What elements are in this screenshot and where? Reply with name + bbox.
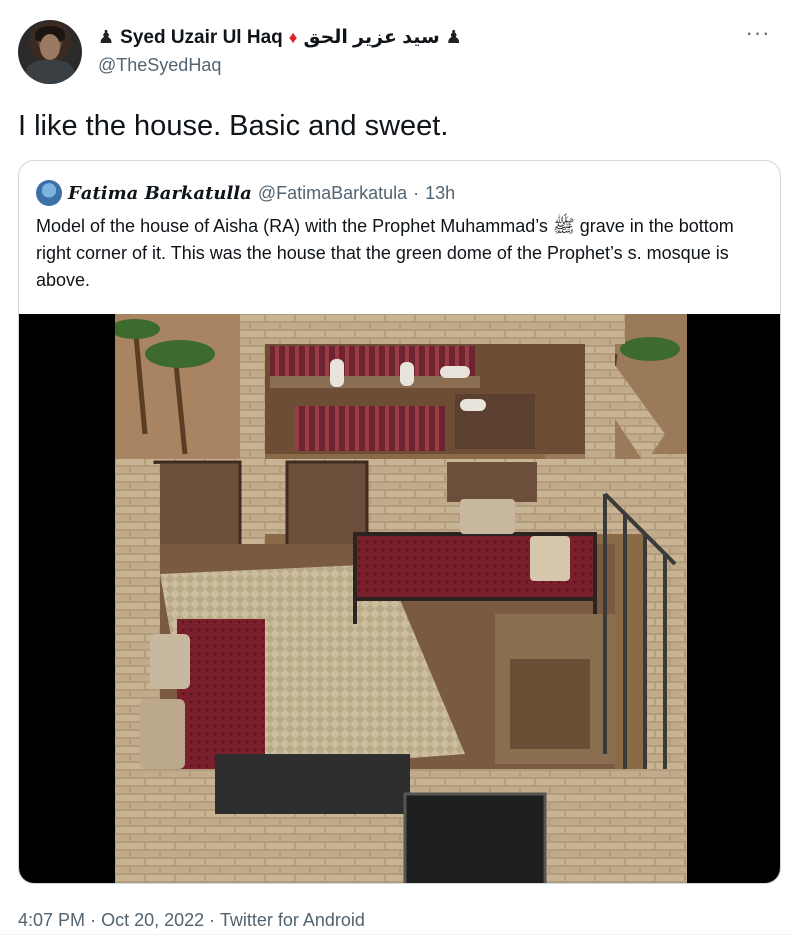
separator-dot: · — [90, 910, 97, 930]
author-display-name-text: Syed Uzair Ul Haq — [120, 26, 283, 48]
quoted-timestamp[interactable]: 13h — [425, 183, 455, 204]
tweet-text: I like the house. Basic and sweet. — [18, 110, 449, 142]
quoted-author-avatar[interactable] — [36, 180, 62, 206]
separator-dot: · — [413, 182, 420, 203]
tweet-metadata: 4:07 PM · Oct 20, 2022 · Twitter for And… — [18, 910, 365, 931]
quoted-tweet-text: Model of the house of Aisha (RA) with th… — [36, 216, 734, 290]
author-names: ♟ Syed Uzair Ul Haq ♦ سید عزیر الحق ♟ @T… — [98, 26, 462, 76]
author-handle[interactable]: @TheSyedHaq — [98, 55, 462, 76]
author-display-name-arabic: سید عزیر الحق — [303, 27, 440, 48]
author-display-name[interactable]: ♟ Syed Uzair Ul Haq ♦ سید عزیر الحق ♟ — [98, 26, 462, 49]
house-model-photo — [115, 314, 687, 883]
more-options-button[interactable]: ··· — [743, 22, 773, 52]
author-avatar[interactable] — [18, 20, 82, 84]
tweet-time[interactable]: 4:07 PM — [18, 910, 85, 930]
quoted-tweet[interactable]: 𝑭𝒂𝒕𝒊𝒎𝒂 𝑩𝒂𝒓𝒌𝒂𝒕𝒖𝒍𝒍𝒂 @FatimaBarkatula · 13h… — [18, 160, 781, 884]
quoted-author-handle[interactable]: @FatimaBarkatula — [258, 183, 407, 204]
diamond-icon: ♦ — [288, 27, 298, 47]
avatar-face — [40, 34, 60, 60]
quoted-tweet-header: 𝑭𝒂𝒕𝒊𝒎𝒂 𝑩𝒂𝒓𝒌𝒂𝒕𝒖𝒍𝒍𝒂 @FatimaBarkatula · 13h — [36, 180, 455, 206]
tweet-date[interactable]: Oct 20, 2022 — [101, 910, 204, 930]
pawn-icon: ♟ — [98, 27, 115, 47]
avatar-body — [26, 60, 74, 84]
tweet-source[interactable]: Twitter for Android — [220, 910, 365, 930]
quoted-tweet-media[interactable] — [19, 314, 780, 883]
separator-dot: · — [209, 910, 216, 930]
tweet: ♟ Syed Uzair Ul Haq ♦ سید عزیر الحق ♟ @T… — [0, 0, 791, 935]
quoted-author-name[interactable]: 𝑭𝒂𝒕𝒊𝒎𝒂 𝑩𝒂𝒓𝒌𝒂𝒕𝒖𝒍𝒍𝒂 — [68, 183, 252, 204]
pawn-icon: ♟ — [445, 27, 462, 47]
